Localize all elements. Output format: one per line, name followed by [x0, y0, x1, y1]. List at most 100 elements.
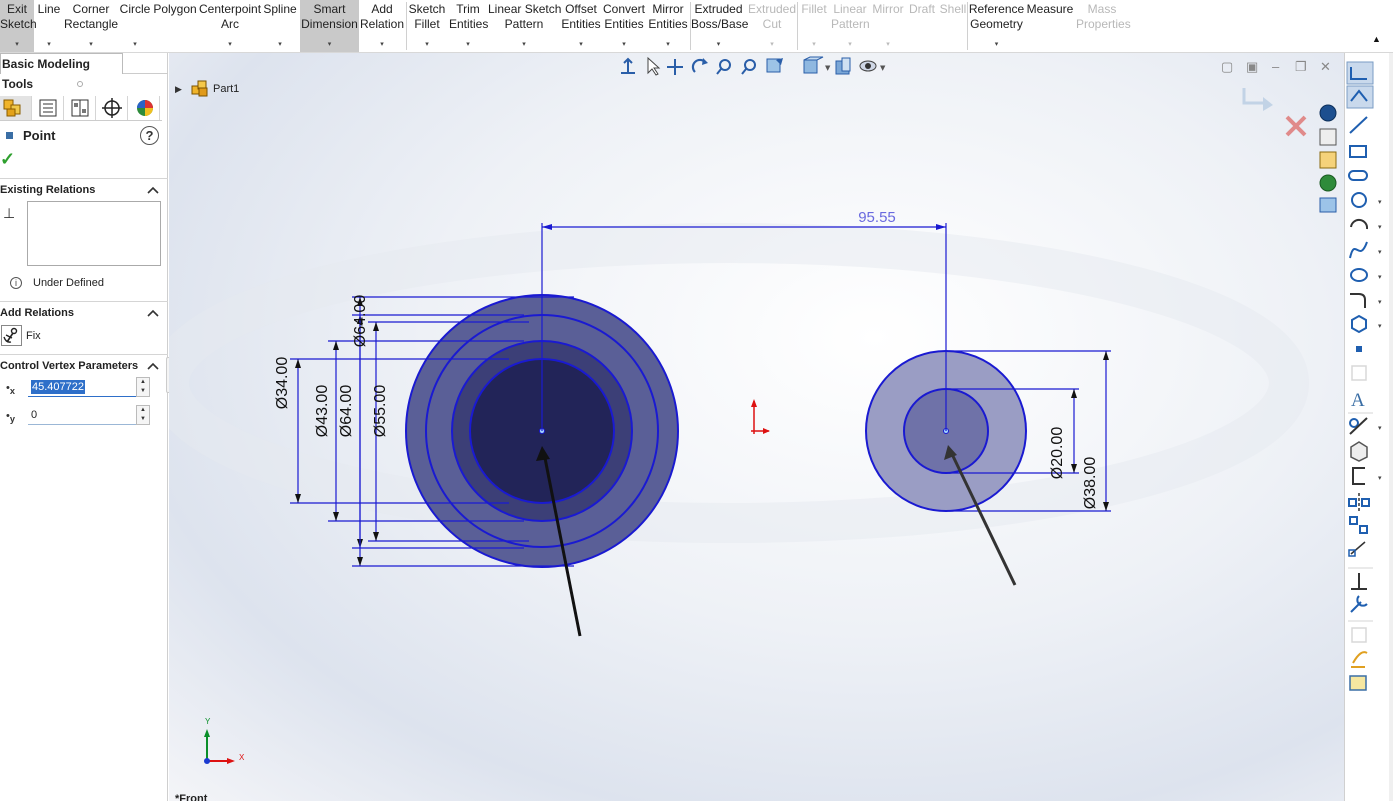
dropdown-arrow-icon[interactable]: ▾ [119, 41, 151, 49]
property-manager-tab[interactable] [32, 96, 64, 120]
dropdown-arrow-icon[interactable]: ▾ [1378, 474, 1382, 482]
draft-button[interactable]: Draft [907, 0, 937, 52]
dimension-diameter-right-2[interactable]: Ø38.00 [1082, 457, 1099, 510]
configuration-manager-tab[interactable] [64, 96, 96, 120]
dropdown-arrow-icon[interactable]: ▾ [1378, 298, 1382, 306]
dropdown-arrow-icon[interactable]: ▾ [449, 41, 487, 49]
fix-relation-label[interactable]: Fix [26, 330, 41, 342]
dimension-diameter-right-1[interactable]: Ø20.00 [1049, 427, 1066, 480]
smart-dimension-button[interactable]: Smart Dimension ▾ [300, 0, 359, 52]
dropdown-arrow-icon[interactable]: ▾ [647, 41, 689, 49]
dimxpert-tab[interactable] [96, 96, 128, 120]
dimension-diameter-left-2[interactable]: Ø43.00 [314, 385, 331, 438]
previous-view-icon[interactable] [766, 58, 783, 73]
zoom-to-fit-icon[interactable] [716, 59, 731, 75]
measure-button[interactable]: Measure [1026, 0, 1074, 52]
dimension-diameter-left-4[interactable]: Ø55.00 [372, 385, 389, 438]
dropdown-arrow-icon[interactable]: ▾ [1378, 273, 1382, 281]
linear-sketch-pattern-button[interactable]: Linear Sketch Pattern ▾ [488, 0, 561, 52]
fillet-tool-icon[interactable] [1350, 293, 1366, 308]
point-tool-icon[interactable] [1356, 346, 1362, 352]
dropdown-arrow-icon[interactable]: ▾ [1378, 198, 1382, 206]
tile-window-icon[interactable]: ▢ [1221, 59, 1233, 75]
tab-basic-modeling-tools[interactable]: Basic Modeling Tools [0, 53, 123, 91]
dropdown-arrow-icon[interactable]: ▾ [406, 41, 448, 49]
x-coordinate-value[interactable]: 45.407722 [31, 380, 85, 394]
fillet-button[interactable]: Fillet ▾ [798, 0, 830, 52]
trim-tool-icon[interactable] [1349, 418, 1359, 428]
dropdown-arrow-icon[interactable]: ▾ [602, 41, 646, 49]
help-icon[interactable]: ? [140, 126, 159, 145]
dropdown-arrow-icon[interactable]: ▾ [488, 41, 560, 49]
existing-relations-header[interactable]: Existing Relations [0, 184, 95, 196]
offset-entities-button[interactable]: Offset Entities ▾ [561, 0, 601, 52]
design-library-icon[interactable] [1319, 128, 1337, 146]
polygon-tool-icon[interactable] [1351, 314, 1367, 334]
dropdown-arrow-icon[interactable]: ▾ [831, 41, 869, 49]
dropdown-arrow-icon[interactable]: ▾ [1378, 223, 1382, 231]
normal-to-icon[interactable] [621, 57, 635, 74]
dropdown-arrow-icon[interactable]: ▾ [359, 41, 405, 49]
dropdown-arrow-icon[interactable]: ▾ [1378, 248, 1382, 256]
dimension-horizontal-value[interactable]: 95.55 [858, 209, 896, 226]
spline-tool-icon[interactable] [1349, 241, 1368, 259]
dropdown-arrow-icon[interactable]: ▾ [798, 41, 830, 49]
line-tool-icon[interactable] [1349, 116, 1368, 134]
split-window-icon[interactable]: ▣ [1246, 59, 1258, 75]
add-relation-button[interactable]: Add Relation ▾ [359, 0, 405, 52]
ellipse-tool-icon[interactable] [1350, 268, 1368, 282]
convert-tool-icon[interactable] [1350, 441, 1368, 462]
dropdown-arrow-icon[interactable]: ▾ [35, 41, 63, 49]
custom-properties-icon[interactable] [1319, 197, 1337, 213]
feature-manager-tab[interactable] [0, 96, 32, 120]
text-tool-icon[interactable]: A [1351, 390, 1365, 411]
move-tool-icon[interactable] [1350, 541, 1366, 555]
dropdown-arrow-icon[interactable]: ▾ [870, 41, 906, 49]
graphics-area[interactable]: 95.55 Ø34.00 Ø43.00 Ø64.00 Ø55.00 Ø64.00 Ø20.0… [169, 53, 1344, 801]
extruded-cut-button[interactable]: Extruded Cut ▾ [747, 0, 797, 52]
select-icon[interactable] [647, 56, 661, 76]
rapid-sketch-icon[interactable] [1351, 651, 1368, 668]
chevron-up-icon[interactable] [146, 361, 160, 371]
x-spin-button[interactable]: ▲ ▼ [136, 377, 150, 397]
dropdown-arrow-icon[interactable]: ▾ [691, 41, 746, 49]
dimension-diameter-left-3[interactable]: Ø64.00 [338, 385, 355, 438]
dropdown-arrow-icon[interactable]: ▾ [968, 41, 1025, 49]
exit-sketch-button[interactable]: Exit Sketch ▾ [0, 0, 37, 52]
dropdown-arrow-icon[interactable]: ▾ [0, 41, 34, 49]
mirror-entities-button[interactable]: Mirror Entities ▾ [647, 0, 689, 52]
dropdown-arrow-icon[interactable]: ▾ [1378, 424, 1382, 432]
appearances-icon[interactable] [1319, 174, 1337, 192]
checkmark-icon[interactable]: ✓ [0, 149, 15, 170]
dimension-diameter-left-5[interactable]: Ø64.00 [352, 295, 369, 348]
part-name[interactable]: Part1 [213, 83, 239, 95]
arc-tool-icon[interactable] [1350, 218, 1369, 230]
convert-entities-button[interactable]: Convert Entities ▾ [602, 0, 646, 52]
dropdown-arrow-icon[interactable]: ▾ [199, 41, 261, 49]
line-button[interactable]: Line ▾ [35, 0, 63, 52]
shell-button[interactable]: Shell [938, 0, 968, 52]
extruded-boss-base-button[interactable]: Extruded Boss/Base ▾ [691, 0, 748, 52]
spline-button[interactable]: Spline ▾ [262, 0, 298, 52]
y-coordinate-input[interactable]: 0 [28, 405, 136, 425]
dropdown-arrow-icon[interactable]: ▾ [64, 41, 118, 49]
scroll-up-icon[interactable]: ▲ [1372, 34, 1381, 44]
circle-button[interactable]: Circle ▾ [119, 0, 151, 52]
display-style-icon[interactable] [835, 57, 851, 75]
dropdown-arrow-icon[interactable]: ▾ [300, 41, 359, 49]
control-vertex-header[interactable]: Control Vertex Parameters [0, 360, 138, 372]
dropdown-arrow-icon[interactable]: ▾ [1378, 322, 1382, 330]
instant2d-icon[interactable] [1349, 675, 1367, 691]
chevron-up-icon[interactable] [146, 308, 160, 318]
mirror-button[interactable]: Mirror ▾ [870, 0, 906, 52]
sketch-canvas[interactable]: 95.55 Ø34.00 Ø43.00 Ø64.00 Ø55.00 Ø64.00 Ø20.0… [169, 53, 1344, 801]
y-spin-button[interactable]: ▲ ▼ [136, 405, 150, 425]
display-manager-tab[interactable] [128, 96, 160, 120]
pattern-tool-icon[interactable] [1349, 516, 1358, 525]
close-window-icon[interactable]: ✕ [1320, 59, 1331, 75]
zoom-to-area-icon[interactable] [741, 59, 756, 75]
dropdown-arrow-icon[interactable]: ▾ [262, 41, 298, 49]
panel-grip-icon[interactable] [77, 81, 83, 87]
slot-tool-icon[interactable] [1348, 170, 1368, 181]
chevron-up-icon[interactable] [146, 185, 160, 195]
